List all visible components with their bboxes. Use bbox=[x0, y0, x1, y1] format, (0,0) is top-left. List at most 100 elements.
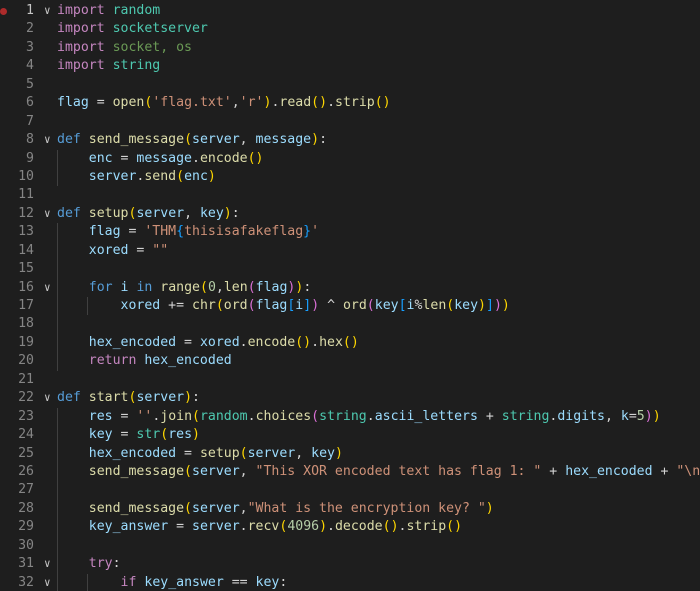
gutter[interactable]: 32 bbox=[0, 574, 40, 591]
gutter[interactable]: 8 bbox=[0, 131, 40, 149]
code-line[interactable]: 12 ∨ def setup(server, key): bbox=[0, 205, 700, 223]
gutter[interactable]: 2 bbox=[0, 20, 40, 38]
chevron-down-icon[interactable]: ∨ bbox=[44, 574, 51, 591]
code-line[interactable]: 25 hex_encoded = setup(server, key) bbox=[0, 444, 700, 463]
code-line[interactable]: 10 server.send(enc) bbox=[0, 167, 700, 187]
code-line[interactable]: 20 return hex_encoded bbox=[0, 352, 700, 371]
code-token: : bbox=[112, 556, 121, 572]
code-token: import bbox=[57, 39, 105, 55]
line-number: 18 bbox=[18, 316, 34, 332]
gutter[interactable]: 14 bbox=[0, 242, 40, 260]
code-line[interactable]: 14 xored = "" bbox=[0, 241, 700, 261]
gutter[interactable]: 29 bbox=[0, 518, 40, 536]
gutter[interactable]: 24 bbox=[0, 426, 40, 444]
code-line[interactable]: 19 hex_encoded = xored.encode().hex() bbox=[0, 333, 700, 353]
code-line[interactable]: 21 bbox=[0, 371, 700, 389]
gutter[interactable]: 10 bbox=[0, 168, 40, 186]
gutter[interactable]: 20 bbox=[0, 352, 40, 370]
code-line[interactable]: 15 bbox=[0, 260, 700, 279]
code-line[interactable]: 5 bbox=[0, 76, 700, 94]
gutter[interactable]: 26 bbox=[0, 463, 40, 481]
code-line[interactable]: 30 bbox=[0, 536, 700, 556]
code-token: ) bbox=[478, 298, 486, 313]
code-token: k bbox=[620, 408, 629, 424]
code-token: ) bbox=[311, 132, 320, 148]
gutter[interactable]: 31 bbox=[0, 555, 40, 573]
code-line[interactable]: 28 send_message(server,"What is the encr… bbox=[0, 499, 700, 519]
code-token: () bbox=[247, 150, 264, 166]
code-line[interactable]: 11 bbox=[0, 186, 700, 204]
code-token: 'THM bbox=[144, 224, 177, 240]
gutter[interactable]: 16 bbox=[0, 279, 40, 297]
code-line[interactable]: 8 ∨ def send_message(server, message): bbox=[0, 131, 700, 149]
code-token: hex bbox=[319, 334, 343, 350]
gutter[interactable]: 30 bbox=[0, 537, 40, 555]
chevron-down-icon[interactable]: ∨ bbox=[44, 555, 51, 573]
gutter[interactable]: 3 bbox=[0, 39, 40, 57]
code-line[interactable]: 31 ∨ try: bbox=[0, 555, 700, 574]
code-line[interactable]: 29 key_answer = server.recv(4096).decode… bbox=[0, 518, 700, 537]
gutter[interactable]: 7 bbox=[0, 113, 40, 131]
gutter[interactable]: 21 bbox=[0, 371, 40, 389]
gutter[interactable]: 15 bbox=[0, 260, 40, 278]
gutter[interactable]: 5 bbox=[0, 76, 40, 94]
code-line[interactable]: 13 flag = 'THM{thisisafakeflag}' bbox=[0, 223, 700, 242]
gutter[interactable]: 19 bbox=[0, 334, 40, 352]
gutter[interactable]: 6 bbox=[0, 94, 40, 112]
line-number: 26 bbox=[18, 463, 34, 479]
code-token: ( bbox=[311, 408, 320, 424]
code-token: server bbox=[136, 390, 185, 406]
code-line[interactable]: 18 bbox=[0, 315, 700, 334]
code-line[interactable]: 4 import string bbox=[0, 57, 700, 75]
code-token: xored bbox=[88, 242, 129, 258]
code-line[interactable]: 2 import socketserver bbox=[0, 20, 700, 38]
gutter[interactable]: 11 bbox=[0, 186, 40, 204]
gutter[interactable]: 23 bbox=[0, 408, 40, 426]
gutter[interactable]: 1 bbox=[0, 2, 40, 20]
code-token: + bbox=[477, 408, 502, 424]
code-line[interactable]: 17 xored += chr(ord(flag[i]) ^ ord(key[i… bbox=[0, 297, 700, 316]
chevron-down-icon[interactable]: ∨ bbox=[44, 2, 51, 20]
code-line[interactable]: 9 enc = message.encode() bbox=[0, 149, 700, 168]
code-editor[interactable]: 1 ∨ import random 2 import socketserver 3 impo… bbox=[0, 0, 700, 591]
gutter[interactable]: 12 bbox=[0, 205, 40, 223]
gutter[interactable]: 27 bbox=[0, 481, 40, 499]
breakpoint-icon[interactable] bbox=[0, 8, 7, 15]
code-line[interactable]: 7 bbox=[0, 113, 700, 131]
code-line[interactable]: 23 res = ''.join(random.choices(string.a… bbox=[0, 407, 700, 427]
code-line[interactable]: 22 ∨ def start(server): bbox=[0, 389, 700, 407]
chevron-down-icon[interactable]: ∨ bbox=[44, 131, 51, 149]
code-text: import socket, os bbox=[57, 39, 192, 57]
code-token: : bbox=[231, 205, 240, 221]
code-text: if key_answer == key: bbox=[57, 574, 288, 591]
code-token: def bbox=[57, 132, 81, 148]
code-token: , bbox=[239, 500, 248, 516]
code-token: res bbox=[168, 427, 193, 443]
code-token: : bbox=[279, 574, 288, 590]
code-token: ( bbox=[215, 298, 224, 313]
gutter[interactable]: 18 bbox=[0, 315, 40, 333]
code-line[interactable]: 1 ∨ import random bbox=[0, 2, 700, 20]
code-line[interactable]: 26 send_message(server, "This XOR encode… bbox=[0, 462, 700, 482]
chevron-down-icon[interactable]: ∨ bbox=[44, 205, 51, 223]
chevron-down-icon[interactable]: ∨ bbox=[44, 279, 51, 297]
code-line[interactable]: 3 import socket, os bbox=[0, 39, 700, 57]
gutter[interactable]: 9 bbox=[0, 150, 40, 168]
gutter[interactable]: 4 bbox=[0, 57, 40, 75]
gutter[interactable]: 22 bbox=[0, 389, 40, 407]
chevron-down-icon[interactable]: ∨ bbox=[44, 389, 51, 407]
gutter[interactable]: 28 bbox=[0, 500, 40, 518]
code-line[interactable]: 32 ∨ if key_answer == key: bbox=[0, 573, 700, 591]
gutter[interactable]: 25 bbox=[0, 445, 40, 463]
gutter[interactable]: 17 bbox=[0, 297, 40, 315]
code-token: ( bbox=[247, 279, 256, 295]
code-token: ) bbox=[223, 205, 232, 221]
code-line[interactable]: 6 flag = open('flag.txt','r').read().stri… bbox=[0, 94, 700, 112]
line-number: 14 bbox=[18, 242, 34, 258]
code-token: . bbox=[327, 95, 336, 111]
gutter[interactable]: 13 bbox=[0, 223, 40, 241]
code-line[interactable]: 24 key = str(res) bbox=[0, 426, 700, 445]
code-line[interactable]: 16 ∨ for i in range(0,len(flag)): bbox=[0, 278, 700, 297]
code-line[interactable]: 27 bbox=[0, 481, 700, 500]
code-token: key_answer bbox=[144, 574, 224, 590]
